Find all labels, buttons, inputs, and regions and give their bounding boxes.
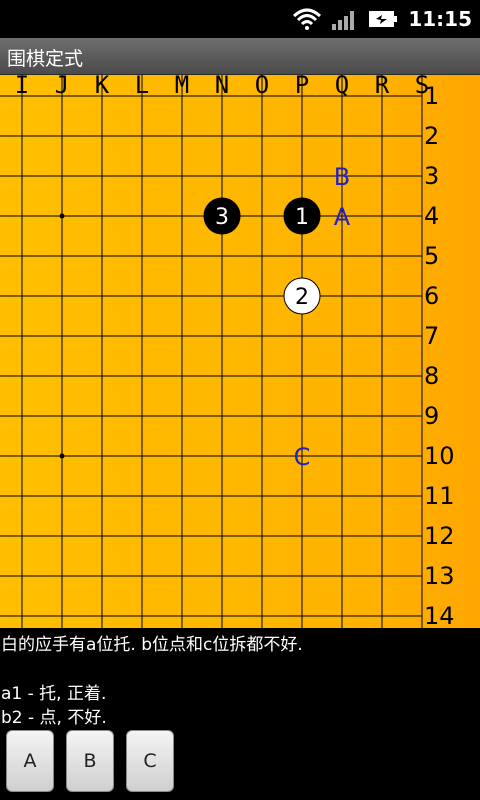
row-label: 7 (424, 322, 439, 350)
row-label: 2 (424, 122, 439, 150)
go-board[interactable]: I J K L M N O P Q R S 1 2 3 4 5 6 7 8 9 10 11 12 13 14 1 2 3 A B C (0, 75, 480, 628)
signal-icon (332, 11, 355, 30)
commentary-line: a1 - 托, 正着. (1, 684, 107, 704)
stone-move-number: 3 (215, 205, 229, 230)
variation-c-button[interactable]: C (126, 730, 174, 792)
column-label: M (175, 75, 189, 99)
column-label: N (215, 75, 229, 99)
move-marker[interactable]: C (294, 443, 311, 471)
column-label: O (255, 75, 269, 99)
wifi-icon (293, 8, 322, 30)
column-label: J (55, 75, 69, 99)
variation-a-button[interactable]: A (6, 730, 54, 792)
column-label: Q (335, 75, 349, 99)
column-label: L (135, 75, 149, 99)
row-label: 11 (424, 482, 455, 510)
row-label: 3 (424, 162, 439, 190)
row-label: 13 (424, 562, 455, 590)
row-label: 10 (424, 442, 455, 470)
status-icons: 11:15 (292, 6, 472, 32)
star-point (59, 453, 65, 459)
status-time: 11:15 (408, 7, 472, 31)
title-bar: 围棋定式 (0, 38, 480, 75)
column-label: I (15, 75, 29, 99)
row-label: 12 (424, 522, 455, 550)
move-marker[interactable]: A (334, 203, 351, 231)
row-label: 4 (424, 202, 439, 230)
board-grid[interactable]: I J K L M N O P Q R S1234567891011121314123 ABC (0, 75, 480, 628)
stone-move-number: 2 (295, 285, 309, 310)
commentary-line: b2 - 点, 不好. (1, 708, 107, 728)
column-label: R (375, 75, 390, 99)
row-label: 6 (424, 282, 439, 310)
app-title: 围棋定式 (7, 48, 84, 70)
commentary-line: 白的应手有a位托. b位点和c位拆都不好. (1, 635, 303, 655)
row-label: 14 (424, 602, 455, 628)
row-label: 9 (424, 402, 439, 430)
row-label: 5 (424, 242, 439, 270)
battery-icon (369, 11, 398, 27)
move-marker[interactable]: B (334, 163, 350, 191)
column-label: P (295, 75, 309, 99)
row-label: 8 (424, 362, 439, 390)
column-label: K (95, 75, 110, 99)
row-label: 1 (424, 82, 439, 110)
star-point (59, 213, 65, 219)
variation-b-button[interactable]: B (66, 730, 114, 792)
stone-move-number: 1 (295, 205, 309, 230)
status-bar: 11:15 (0, 0, 480, 38)
